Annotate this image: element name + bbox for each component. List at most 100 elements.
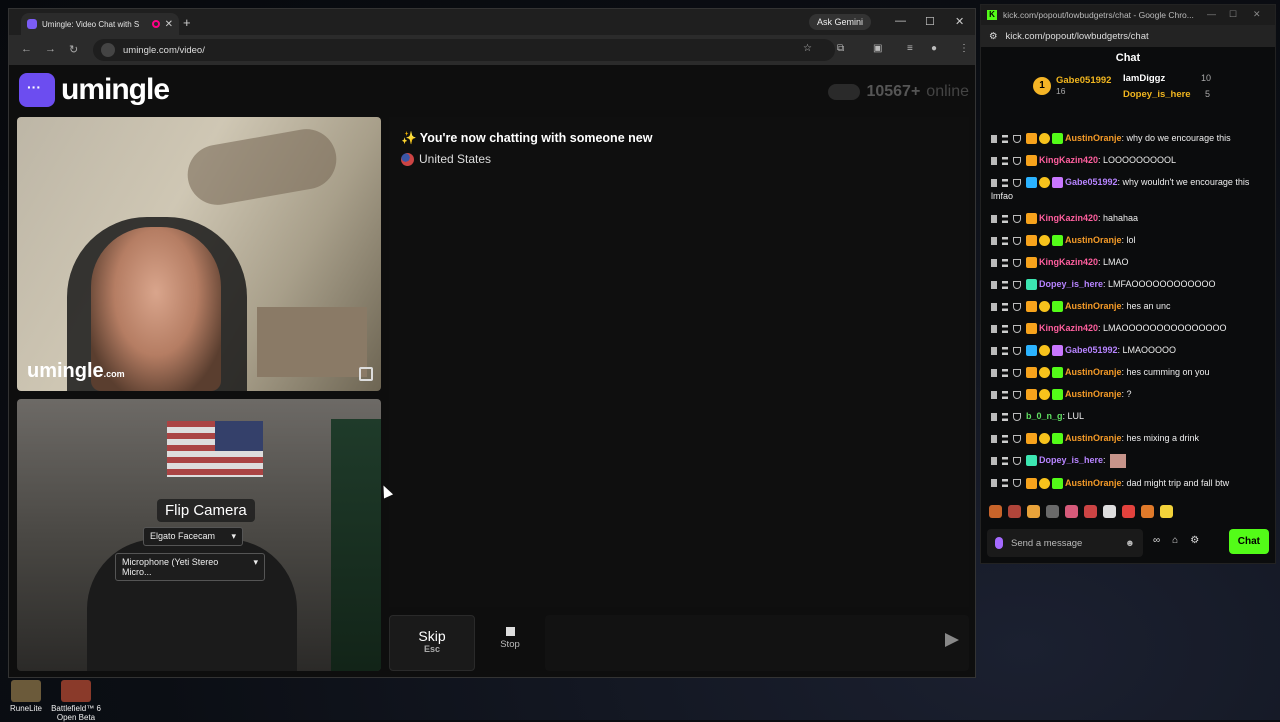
chat-username[interactable]: Gabe051992 [1065,345,1118,355]
bookmark-star-icon[interactable]: ☆ [803,43,812,54]
ban-icon[interactable] [1013,135,1021,143]
back-icon[interactable]: ← [21,43,32,55]
chat-username[interactable]: Gabe051992 [1065,177,1118,187]
ban-icon[interactable] [1013,413,1021,421]
chat-username[interactable]: AustinOranje [1065,235,1122,245]
timeout-icon[interactable] [1002,435,1008,443]
ban-icon[interactable] [1013,157,1021,165]
ban-icon[interactable] [1013,479,1021,487]
chat-username[interactable]: KingKazin420 [1039,213,1098,223]
chat-username[interactable]: KingKazin420 [1039,155,1098,165]
timeout-icon[interactable] [1002,457,1008,465]
message-input[interactable] [545,615,969,671]
timeout-icon[interactable] [1002,135,1008,143]
delete-icon[interactable] [991,457,997,465]
timeout-icon[interactable] [1002,259,1008,267]
ban-icon[interactable] [1013,391,1021,399]
flip-camera-button[interactable]: Flip Camera [157,499,255,522]
forward-icon[interactable]: → [45,43,56,55]
link-icon[interactable]: ∞ [1153,535,1160,546]
site-settings-icon[interactable]: ⚙ [989,31,998,42]
leader-name[interactable]: Dopey_is_here [1123,89,1191,100]
emote-icon[interactable] [1046,505,1059,518]
timeout-icon[interactable] [1002,391,1008,399]
emoji-icon[interactable]: ☻ [1125,538,1135,549]
ban-icon[interactable] [1013,259,1021,267]
timeout-icon[interactable] [1002,215,1008,223]
ban-icon[interactable] [1013,325,1021,333]
minimize-icon[interactable]: — [1207,9,1216,19]
camera-select[interactable]: Elgato Facecam▾ [143,527,243,546]
emote-icon[interactable] [1084,505,1097,518]
delete-icon[interactable] [991,179,997,187]
chat-username[interactable]: Dopey_is_here [1039,455,1103,465]
ban-icon[interactable] [1013,457,1021,465]
chat-username[interactable]: KingKazin420 [1039,257,1098,267]
delete-icon[interactable] [991,413,997,421]
gear-icon[interactable]: ⚙ [1190,535,1199,546]
delete-icon[interactable] [991,215,997,223]
chat-username[interactable]: AustinOranje [1065,389,1122,399]
delete-icon[interactable] [991,347,997,355]
timeout-icon[interactable] [1002,303,1008,311]
profile-icon[interactable]: ● [931,43,937,54]
chat-input[interactable]: Send a message ☻ [987,529,1143,557]
microphone-icon[interactable] [995,537,1003,549]
emote-icon[interactable] [989,505,1002,518]
delete-icon[interactable] [991,369,997,377]
timeout-icon[interactable] [1002,281,1008,289]
reload-icon[interactable]: ↻ [69,43,78,56]
send-icon[interactable] [945,633,959,647]
ban-icon[interactable] [1013,179,1021,187]
delete-icon[interactable] [991,281,997,289]
chat-username[interactable]: Dopey_is_here [1039,279,1103,289]
timeout-icon[interactable] [1002,479,1008,487]
report-flag-icon[interactable] [359,367,373,381]
ban-icon[interactable] [1013,347,1021,355]
tab-umingle[interactable]: Umingle: Video Chat with S ✕ [21,13,179,35]
stop-button[interactable]: Stop [483,615,537,671]
maximize-icon[interactable]: ☐ [1229,9,1237,20]
timeout-icon[interactable] [1002,325,1008,333]
delete-icon[interactable] [991,135,997,143]
emote-icon[interactable] [1065,505,1078,518]
chat-username[interactable]: AustinOranje [1065,301,1122,311]
timeout-icon[interactable] [1002,179,1008,187]
umingle-logo[interactable]: umingle [19,73,169,107]
leader-name[interactable]: IamDiggz [1123,73,1165,84]
close-window-icon[interactable]: ✕ [955,15,964,28]
media-icon[interactable]: ≡ [907,43,913,54]
ban-icon[interactable] [1013,435,1021,443]
chat-username[interactable]: AustinOranje [1065,367,1122,377]
ban-icon[interactable] [1013,215,1021,223]
kick-address-bar[interactable]: ⚙ kick.com/popout/lowbudgetrs/chat [981,25,1275,47]
ban-icon[interactable] [1013,303,1021,311]
emote-icon[interactable] [1122,505,1135,518]
delete-icon[interactable] [991,157,997,165]
online-toggle[interactable] [828,84,860,100]
chat-username[interactable]: AustinOranje [1065,133,1122,143]
menu-icon[interactable]: ⋮ [959,43,969,54]
timeout-icon[interactable] [1002,347,1008,355]
sidepanel-icon[interactable]: ▣ [873,43,882,54]
extensions-icon[interactable]: ⧉ [837,43,844,54]
close-tab-icon[interactable]: ✕ [165,19,173,30]
emote-icon[interactable] [1141,505,1154,518]
chat-username[interactable]: b_0_n_g [1026,411,1063,421]
microphone-select[interactable]: Microphone (Yeti Stereo Micro...▾ [115,553,265,581]
chat-username[interactable]: AustinOranje [1065,478,1122,488]
delete-icon[interactable] [991,391,997,399]
delete-icon[interactable] [991,237,997,245]
emote-icon[interactable] [1160,505,1173,518]
delete-icon[interactable] [991,435,997,443]
timeout-icon[interactable] [1002,157,1008,165]
timeout-icon[interactable] [1002,413,1008,421]
emote-icon[interactable] [1008,505,1021,518]
skip-button[interactable]: Skip Esc [389,615,475,671]
emote-icon[interactable] [1027,505,1040,518]
ban-icon[interactable] [1013,237,1021,245]
chat-send-button[interactable]: Chat [1229,529,1269,554]
ban-icon[interactable] [1013,369,1021,377]
minimize-icon[interactable]: — [895,15,906,27]
timeout-icon[interactable] [1002,369,1008,377]
